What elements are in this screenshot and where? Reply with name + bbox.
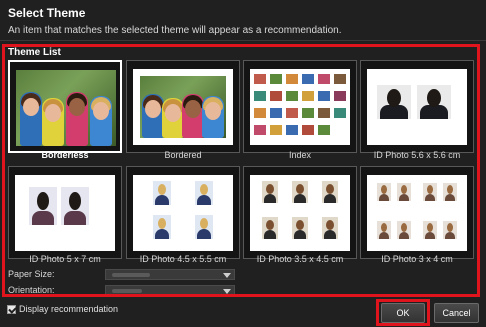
display-recommendation-checkbox[interactable] [7,305,16,314]
dialog-subtitle: An item that matches the selected theme … [8,25,342,36]
select-theme-dialog: Select Theme An item that matches the se… [0,0,486,327]
cancel-button[interactable]: Cancel [434,303,479,323]
display-recommendation-label: Display recommendation [19,304,119,314]
dialog-title: Select Theme [8,6,86,20]
theme-panel-highlight [2,44,480,297]
ok-button-highlight [376,299,430,326]
divider [0,40,486,41]
